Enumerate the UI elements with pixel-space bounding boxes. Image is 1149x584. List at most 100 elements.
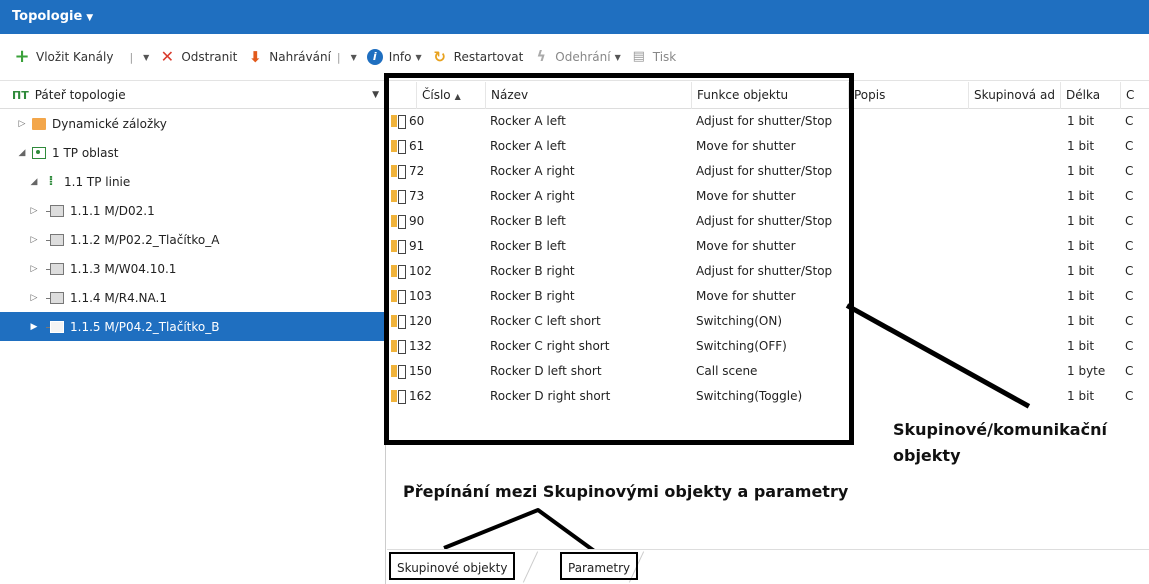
tree-node-line[interactable]: ◢ ⁞ 1.1 TP linie bbox=[0, 167, 385, 196]
info-label: Info bbox=[388, 50, 412, 64]
tree-node-label: 1.1.4 M/R4.NA.1 bbox=[70, 290, 167, 305]
window-title-menu[interactable]: Topologie ▼ bbox=[12, 9, 93, 24]
cell-c: C bbox=[1125, 339, 1134, 353]
title-bar: Topologie ▼ bbox=[0, 0, 1149, 34]
cell-c: C bbox=[1125, 364, 1134, 378]
tree-node-label: 1.1.1 M/D02.1 bbox=[70, 203, 155, 218]
highlight-box bbox=[384, 73, 854, 445]
info-icon: i bbox=[366, 49, 383, 65]
cell-c: C bbox=[1125, 189, 1134, 203]
cell-length: 1 bit bbox=[1067, 164, 1095, 178]
cell-c: C bbox=[1125, 164, 1134, 178]
expand-arrow-icon[interactable]: ▶ bbox=[28, 322, 40, 332]
lightning-icon: ϟ bbox=[536, 49, 546, 65]
toolbar-separator: | bbox=[336, 50, 341, 64]
playback-dropdown-icon: ▼ bbox=[614, 52, 621, 62]
upload-button[interactable]: ⬇ Nahrávání | ▼ bbox=[247, 49, 357, 65]
print-button[interactable]: ▤ Tisk bbox=[631, 49, 677, 65]
folder-icon bbox=[32, 117, 46, 130]
topology-tree-panel: ΠΤ Páteř topologie ▼ ▷ Dynamické záložky… bbox=[0, 82, 386, 584]
insert-channels-button[interactable]: + Vložit Kanály bbox=[14, 48, 114, 66]
collapse-arrow-icon[interactable]: ◢ bbox=[16, 148, 28, 158]
restart-label: Restartovat bbox=[453, 50, 524, 64]
cell-length: 1 bit bbox=[1067, 214, 1095, 228]
info-dropdown-icon: ▼ bbox=[415, 52, 422, 62]
collapse-arrow-icon[interactable]: ◢ bbox=[28, 177, 40, 187]
cell-c: C bbox=[1125, 114, 1134, 128]
area-icon bbox=[32, 146, 46, 159]
tree-node-device[interactable]: ▷ 1.1.2 M/P02.2_Tlačítko_A bbox=[0, 225, 385, 254]
annotation-text: objekty bbox=[893, 446, 961, 465]
tree-node-device[interactable]: ▷ 1.1.4 M/R4.NA.1 bbox=[0, 283, 385, 312]
cell-length: 1 bit bbox=[1067, 139, 1095, 153]
column-header-label: Popis bbox=[854, 88, 886, 102]
device-icon bbox=[46, 233, 64, 246]
cell-c: C bbox=[1125, 289, 1134, 303]
expand-arrow-icon[interactable]: ▷ bbox=[28, 235, 40, 245]
remove-label: Odstranit bbox=[181, 50, 238, 64]
cell-c: C bbox=[1125, 314, 1134, 328]
cell-c: C bbox=[1125, 239, 1134, 253]
column-header-length[interactable]: Délka bbox=[1061, 82, 1121, 109]
device-icon bbox=[46, 204, 64, 217]
playback-button[interactable]: ϟ Odehrání ▼ bbox=[533, 49, 621, 65]
tree-node-device-selected[interactable]: ▶ 1.1.5 M/P04.2_Tlačítko_B bbox=[0, 312, 385, 341]
cell-length: 1 bit bbox=[1067, 189, 1095, 203]
tree-node-device[interactable]: ▷ 1.1.3 M/W04.10.1 bbox=[0, 254, 385, 283]
column-header-label: Délka bbox=[1066, 88, 1101, 102]
tree-node-label: 1 TP oblast bbox=[52, 145, 119, 160]
column-header-description[interactable]: Popis bbox=[849, 82, 969, 109]
cell-length: 1 bit bbox=[1067, 289, 1095, 303]
cell-length: 1 bit bbox=[1067, 339, 1095, 353]
expand-arrow-icon[interactable]: ▷ bbox=[16, 119, 28, 129]
upload-label: Nahrávání bbox=[269, 50, 331, 64]
remove-button[interactable]: ✕ Odstranit bbox=[159, 47, 238, 66]
restart-icon: ↻ bbox=[433, 48, 446, 66]
playback-label: Odehrání bbox=[555, 50, 611, 64]
tree-node-label: 1.1.5 M/P04.2_Tlačítko_B bbox=[70, 319, 220, 334]
column-header-label: Skupinová ad bbox=[974, 88, 1055, 102]
restart-button[interactable]: ↻ Restartovat bbox=[432, 48, 524, 66]
printer-icon: ▤ bbox=[632, 49, 645, 64]
upload-dropdown-icon[interactable]: ▼ bbox=[351, 53, 357, 62]
device-icon bbox=[46, 262, 64, 275]
device-icon bbox=[46, 291, 64, 304]
chevron-down-icon[interactable]: ▼ bbox=[372, 90, 379, 100]
expand-arrow-icon[interactable]: ▷ bbox=[28, 264, 40, 274]
tree-node-label: 1.1 TP linie bbox=[64, 174, 131, 189]
topology-icon: ΠΤ bbox=[12, 88, 29, 102]
tree-node-label: 1.1.2 M/P02.2_Tlačítko_A bbox=[70, 232, 220, 247]
tree-header-label: Páteř topologie bbox=[34, 88, 126, 102]
info-button[interactable]: i Info ▼ bbox=[366, 49, 422, 65]
cell-c: C bbox=[1125, 214, 1134, 228]
column-header-group-address[interactable]: Skupinová ad bbox=[969, 82, 1061, 109]
column-header-label: C bbox=[1126, 88, 1135, 102]
expand-arrow-icon[interactable]: ▷ bbox=[28, 206, 40, 216]
cell-length: 1 bit bbox=[1067, 114, 1095, 128]
cell-length: 1 bit bbox=[1067, 264, 1095, 278]
expand-arrow-icon[interactable]: ▷ bbox=[28, 293, 40, 303]
tree-node-device[interactable]: ▷ 1.1.1 M/D02.1 bbox=[0, 196, 385, 225]
tree-node-dynamic-folders[interactable]: ▷ Dynamické záložky bbox=[0, 109, 385, 138]
toolbar-separator: | bbox=[129, 50, 134, 64]
tree-node-label: Dynamické záložky bbox=[52, 116, 167, 131]
line-icon: ⁞ bbox=[48, 173, 54, 189]
column-header-c[interactable]: C bbox=[1121, 82, 1149, 109]
cell-length: 1 bit bbox=[1067, 314, 1095, 328]
tree-node-label: 1.1.3 M/W04.10.1 bbox=[70, 261, 177, 276]
delete-x-icon: ✕ bbox=[160, 47, 175, 66]
tree-node-area[interactable]: ◢ 1 TP oblast bbox=[0, 138, 385, 167]
insert-channels-dropdown-icon[interactable]: ▼ bbox=[143, 53, 149, 62]
download-arrow-icon: ⬇ bbox=[248, 48, 262, 66]
switch-annotation: Přepínání mezi Skupinovými objekty a par… bbox=[403, 482, 849, 501]
cell-length: 1 byte bbox=[1067, 364, 1106, 378]
cell-length: 1 bit bbox=[1067, 239, 1095, 253]
annotation-text: Skupinové/komunikační bbox=[893, 420, 1107, 439]
tab-group-objects[interactable]: Skupinové objekty bbox=[389, 552, 516, 580]
insert-channels-label: Vložit Kanály bbox=[36, 50, 114, 64]
cell-c: C bbox=[1125, 264, 1134, 278]
tree-header[interactable]: ΠΤ Páteř topologie ▼ bbox=[0, 82, 385, 109]
cell-c: C bbox=[1125, 389, 1134, 403]
cell-length: 1 bit bbox=[1067, 389, 1095, 403]
tab-parameters[interactable]: Parametry bbox=[560, 552, 639, 580]
